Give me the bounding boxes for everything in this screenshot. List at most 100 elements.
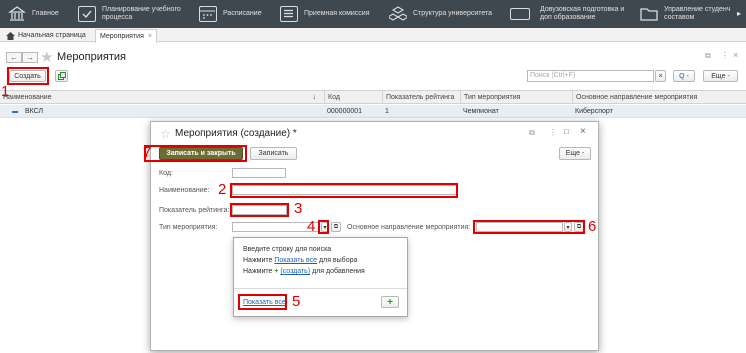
annotation-number-1: 1 [1,83,10,100]
save-label: Записать [258,150,289,157]
section-planning[interactable]: Планирование учебного процесса [78,0,181,28]
back-button[interactable]: ← [6,52,22,63]
popup-hint-line3: Нажмите + (создать) для добавления [243,268,365,275]
popup-press-text: Нажмите [243,268,273,275]
favorite-star-icon[interactable]: ★ [40,48,53,66]
sections-panel: Главное Планирование учебного процесса Р… [0,0,746,28]
section-label: Приемная комиссия [304,10,370,17]
popup-press-text: Нажмите [243,257,273,264]
dialog-close-icon[interactable]: × [580,126,586,137]
row-marker-icon [12,111,18,113]
monitor-icon [510,8,530,20]
column-code[interactable]: Код [324,91,382,104]
plus-icon: + [274,268,279,275]
tab-events[interactable]: Мероприятия × [95,29,157,43]
section-label: Главное [32,10,59,17]
copy-button[interactable] [55,70,68,82]
column-direction-label: Основное направление мероприятия [576,94,698,101]
annotation-number-6: 6 [588,218,597,235]
annotation-number-4: 4 [307,218,316,235]
cell-rating: 1 [385,108,389,115]
dialog-link-icon[interactable]: ⧉ [529,128,535,138]
table-row[interactable]: ВКСЛ 000000001 1 Чемпионат Киберспорт [0,105,746,118]
search-placeholder: Поиск (Ctrl+F) [530,72,576,79]
tab-close-icon[interactable]: × [148,33,152,40]
column-type-label: Тип мероприятия [464,94,521,101]
search-clear-button[interactable]: × [655,70,666,82]
forward-button[interactable]: → [22,52,38,63]
popup-select-text: для выбора [319,257,358,264]
home-small-icon [6,31,15,40]
annotation-box-7 [144,145,247,162]
column-rating[interactable]: Показатель рейтинга [382,91,460,104]
open-windows-bar: Начальная страница Мероприятия × [0,28,746,43]
tab-home-label: Начальная страница [18,32,86,39]
annotation-box-2 [230,183,458,198]
section-label: Планирование учебного процесса [102,6,181,21]
section-admission[interactable]: Приемная комиссия [280,0,370,28]
annotation-box-4 [318,220,329,234]
name-label: Наименование: [159,187,210,194]
clear-label: × [658,72,663,80]
dialog-menu-icon[interactable]: ⋮ [549,128,557,137]
annotation-box-6 [473,220,585,234]
section-preuniversity[interactable]: Довузовская подготовка и доп образование [510,0,624,28]
show-all-inline-link[interactable]: Показать все [274,257,317,264]
code-field[interactable] [232,168,286,178]
close-window-icon[interactable]: × [733,50,738,60]
section-label: Расписание [223,10,262,17]
direction-label: Основное направление мероприятия: [347,224,471,231]
add-button-icon: + [387,296,393,308]
list-icon [280,6,298,22]
annotation-box-5 [238,294,287,310]
dialog-more-button[interactable]: Еще - [559,147,591,160]
rating-label: Показатель рейтинга: [159,207,230,214]
popup-add-text: для добавления [312,268,365,275]
folder-icon [640,6,658,22]
search-button[interactable]: Q - [673,70,695,82]
section-students[interactable]: Управление студенч составом [640,0,730,28]
column-type[interactable]: Тип мероприятия [460,91,572,104]
annotation-number-5: 5 [292,293,301,310]
column-code-label: Код [328,94,340,101]
section-schedule[interactable]: Расписание [199,0,262,28]
popup-hint-line1: Введите строку для поиска [243,246,331,253]
add-button[interactable]: + [381,296,399,308]
tab-events-label: Мероприятия [100,33,144,40]
popup-hint-line2: Нажмите Показать все для выбора [243,257,357,264]
search-input[interactable]: Поиск (Ctrl+F) [527,70,654,82]
structure-icon [386,6,410,22]
cell-code: 000000001 [327,108,363,115]
sort-arrow-icon: ↓ [312,94,317,101]
search-button-label: Q - [679,72,689,80]
scroll-right-icon[interactable]: ▸ [737,9,741,18]
column-name[interactable]: Наименование ↓ [0,91,324,104]
section-label: Управление студенч составом [664,6,731,21]
popup-divider [234,288,407,289]
more-button-label: Еще - [711,72,730,80]
section-main[interactable]: Главное [7,0,59,28]
annotation-box-1 [7,67,49,85]
checkbox-icon [78,6,96,22]
menu-icon[interactable]: ⋮ [721,51,729,60]
code-label: Код: [159,170,173,177]
calendar-icon [199,6,217,22]
annotation-box-3 [230,203,289,217]
save-button[interactable]: Записать [250,147,297,160]
column-rating-label: Показатель рейтинга [386,94,455,101]
dialog-title: Мероприятия (создание) * [175,128,297,139]
type-open-icon[interactable]: ⧉ [331,222,341,232]
more-button[interactable]: Еще - [703,70,738,82]
column-direction[interactable]: Основное направление мероприятия [572,91,746,104]
cell-direction: Киберспорт [575,108,613,115]
annotation-number-2: 2 [218,181,227,198]
grid-header: Наименование ↓ Код Показатель рейтинга Т… [0,90,746,104]
create-inline-link[interactable]: (создать) [280,268,310,275]
link-icon[interactable]: ⧉ [705,51,711,61]
column-name-label: Наименование [3,94,52,101]
popup-hint-text: Введите строку для поиска [243,246,332,253]
section-structure[interactable]: Структура университета [386,0,492,28]
dialog-maximize-icon[interactable]: □ [564,127,569,136]
dialog-star-icon[interactable]: ☆ [160,127,171,141]
tab-home[interactable]: Начальная страница [2,29,90,42]
